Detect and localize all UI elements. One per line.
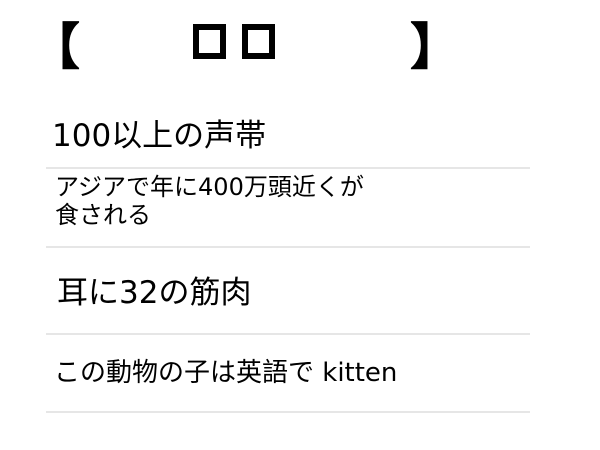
hint-2: アジアで年に400万頭近くが 食される	[55, 173, 364, 229]
divider	[46, 167, 530, 169]
hint-4: この動物の子は英語で kitten	[54, 358, 398, 388]
hint-1: 100以上の声帯	[52, 118, 267, 154]
divider	[46, 411, 530, 413]
bracket-open: 【	[30, 18, 80, 76]
divider	[46, 246, 530, 248]
answer-slot-2	[242, 24, 275, 59]
divider	[46, 333, 530, 335]
answer-slot-1	[193, 24, 226, 59]
hint-3: 耳に32の筋肉	[57, 275, 252, 311]
bracket-close: 】	[410, 18, 460, 76]
